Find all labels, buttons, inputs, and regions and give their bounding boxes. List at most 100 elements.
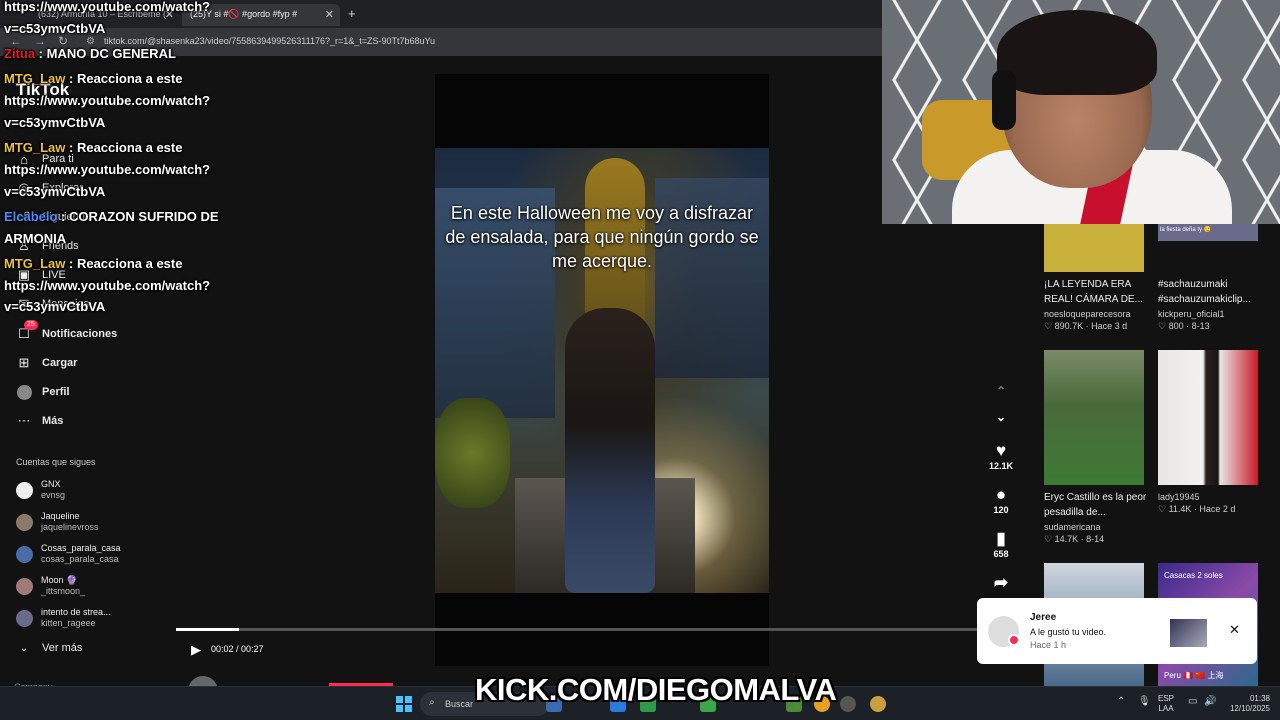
chevron-down-icon: ⌄ (19, 642, 29, 654)
chevron-up-icon[interactable]: ⌃ (1117, 697, 1125, 707)
video-progress-fill (176, 628, 239, 631)
play-icon[interactable]: ▶ (191, 642, 201, 658)
following-name: Moon 🔮 (41, 575, 78, 585)
chat-line: https://www.youtube.com/watch? (4, 0, 210, 18)
language-indicator[interactable]: ESP LAA (1158, 694, 1174, 714)
card-meta: ♡ 890.7K · Hace 3 d (1044, 321, 1128, 331)
close-icon[interactable]: ✕ (1229, 622, 1240, 638)
chat-line: ARMONIA (4, 228, 66, 250)
following-item[interactable]: Cosas_parala_casa cosas_parala_casa (16, 543, 121, 565)
notification-time: Hace 1 h (1030, 640, 1067, 650)
card-user: noesloqueparecesora (1044, 309, 1131, 319)
kick-channel-overlay: KICK.COM/DIEGOMALVA (475, 672, 837, 707)
avatar (16, 513, 33, 531)
nav-mas[interactable]: ⋯ Más (16, 413, 64, 429)
following-item[interactable]: Jaqueline jaquelinevross (16, 511, 99, 533)
card-meta: ♡ 800 · 8-13 (1158, 321, 1210, 331)
chat-text: v=c53ymvCtbVA (4, 299, 106, 314)
chat-line: https://www.youtube.com/watch? (4, 159, 210, 181)
video-progress-bar[interactable] (176, 628, 1028, 631)
feed-card[interactable]: #sachauzumaki #sachauzumakiclip... kickp… (1158, 277, 1268, 332)
feed-card[interactable]: ¡LA LEYENDA ERA REAL! CÁMARA DE... noesl… (1044, 277, 1154, 332)
video-thumbnail[interactable] (1044, 350, 1144, 485)
comment-button[interactable]: ● 120 (986, 485, 1016, 515)
inbox-icon: ☐ 25 (16, 320, 38, 342)
nav-label: Más (42, 415, 64, 427)
nav-notificaciones[interactable]: ☐ 25 Notificaciones (16, 320, 118, 342)
chat-line: https://www.youtube.com/watch? (4, 275, 210, 297)
chat-text: https://www.youtube.com/watch? (4, 0, 211, 14)
following-user: jaquelinevross (41, 522, 99, 532)
microphone-icon[interactable]: 🎙 (1138, 697, 1151, 707)
chat-text: v=c53ymvCtbVA (4, 115, 106, 130)
avatar (16, 481, 33, 499)
following-item[interactable]: Moon 🔮 _ittsmoon_ (16, 575, 85, 597)
video-thumbnail[interactable] (1044, 224, 1144, 272)
chat-text: : MANO DC GENERAL (35, 46, 176, 61)
close-tab-icon[interactable]: ✕ (325, 8, 334, 21)
card-user: sudamericana (1044, 522, 1101, 532)
save-button[interactable]: ▮ 658 (986, 529, 1016, 559)
video-time: 00:02 / 00:27 (211, 644, 264, 654)
chat-text: https://www.youtube.com/watch? (4, 93, 211, 108)
webcam-hair (997, 10, 1157, 95)
nav-label: Notificaciones (42, 328, 118, 340)
chat-line: v=c53ymvCtbVA (4, 296, 105, 318)
like-button[interactable]: ♥ 12.1K (986, 441, 1016, 471)
following-name: intento de strea... (41, 607, 111, 617)
bookmark-icon: ▮ (996, 529, 1006, 548)
card-meta: ♡ 14.7K · 8-14 (1044, 534, 1105, 544)
app-icon[interactable] (870, 696, 886, 712)
heart-icon: ♥ (995, 441, 1007, 460)
chat-line: v=c53ymvCtbVA (4, 181, 105, 203)
nav-label: Cargar (42, 357, 78, 369)
more-icon: ⋯ (17, 413, 31, 428)
see-more-following[interactable]: ⌄ Ver más (16, 640, 83, 656)
card-user: lady19945 (1158, 492, 1200, 502)
chat-text: https://www.youtube.com/watch? (4, 278, 211, 293)
network-icon[interactable]: ▭ (1188, 697, 1197, 707)
thumbnail-overlay-text: la fiesta deña ty 😏 (1160, 227, 1212, 233)
chat-user: MTG_Law (4, 71, 66, 86)
feed-card[interactable]: lady19945 ♡ 11.4K · Hace 2 d (1158, 490, 1268, 515)
chat-line: https://www.youtube.com/watch? (4, 90, 210, 112)
clock-time: 01:38 (1249, 694, 1270, 703)
following-name: GNX (41, 479, 61, 489)
following-item[interactable]: intento de strea... kitten_rageee (16, 607, 111, 629)
video-thumbnail[interactable] (1158, 350, 1258, 485)
card-user: kickperu_oficial1 (1158, 309, 1225, 319)
card-title: ¡LA LEYENDA ERA REAL! CÁMARA DE... (1044, 279, 1143, 305)
card-meta: ♡ 11.4K · Hace 2 d (1158, 504, 1236, 514)
notification-count-badge: 25 (24, 320, 38, 330)
thumbnail-overlay-text: Casacas 2 soles (1164, 571, 1223, 580)
chat-text: : Reacciona a este (65, 71, 183, 86)
following-user: evnsg (41, 490, 66, 500)
obs-icon[interactable] (840, 696, 856, 712)
like-notification-toast[interactable]: Jeree A le gustó tu video. Hace 1 h ✕ (977, 598, 1257, 664)
clock[interactable]: 01:38 12/10/2025 (1220, 694, 1270, 714)
volume-icon[interactable]: 🔊 (1204, 697, 1216, 707)
chat-user: Zitua (4, 46, 36, 61)
chevron-up-icon[interactable]: ⌃ (986, 384, 1016, 398)
chat-text: v=c53ymvCtbVA (4, 21, 106, 36)
profile-icon (16, 384, 32, 400)
windows-start-icon[interactable] (396, 696, 412, 712)
share-button[interactable]: ➦ (986, 573, 1016, 593)
video-thumbnail[interactable]: la fiesta deña ty 😏 (1158, 224, 1258, 241)
notification-message: A le gustó tu video. (1030, 627, 1107, 637)
feed-card[interactable]: Eryc Castillo es la peor pesadilla de...… (1044, 490, 1154, 545)
nav-perfil[interactable]: Perfil (16, 384, 70, 400)
chat-text: ARMONIA (4, 231, 67, 246)
following-item[interactable]: GNX evnsg (16, 479, 65, 501)
nav-cargar[interactable]: ⊞ Cargar (16, 355, 78, 371)
avatar (16, 545, 33, 563)
notification-thumbnail (1170, 619, 1207, 647)
language-layout: LAA (1158, 704, 1174, 713)
chat-line: MTG_Law : Reacciona a este (4, 68, 182, 90)
video-scene-bush (435, 398, 510, 508)
chevron-down-icon[interactable]: ⌄ (986, 410, 1016, 424)
like-count: 12.1K (988, 461, 1014, 471)
share-icon: ➦ (993, 573, 1009, 592)
chat-text: : Reacciona a este (65, 256, 183, 271)
new-tab-button[interactable]: + (348, 6, 356, 21)
